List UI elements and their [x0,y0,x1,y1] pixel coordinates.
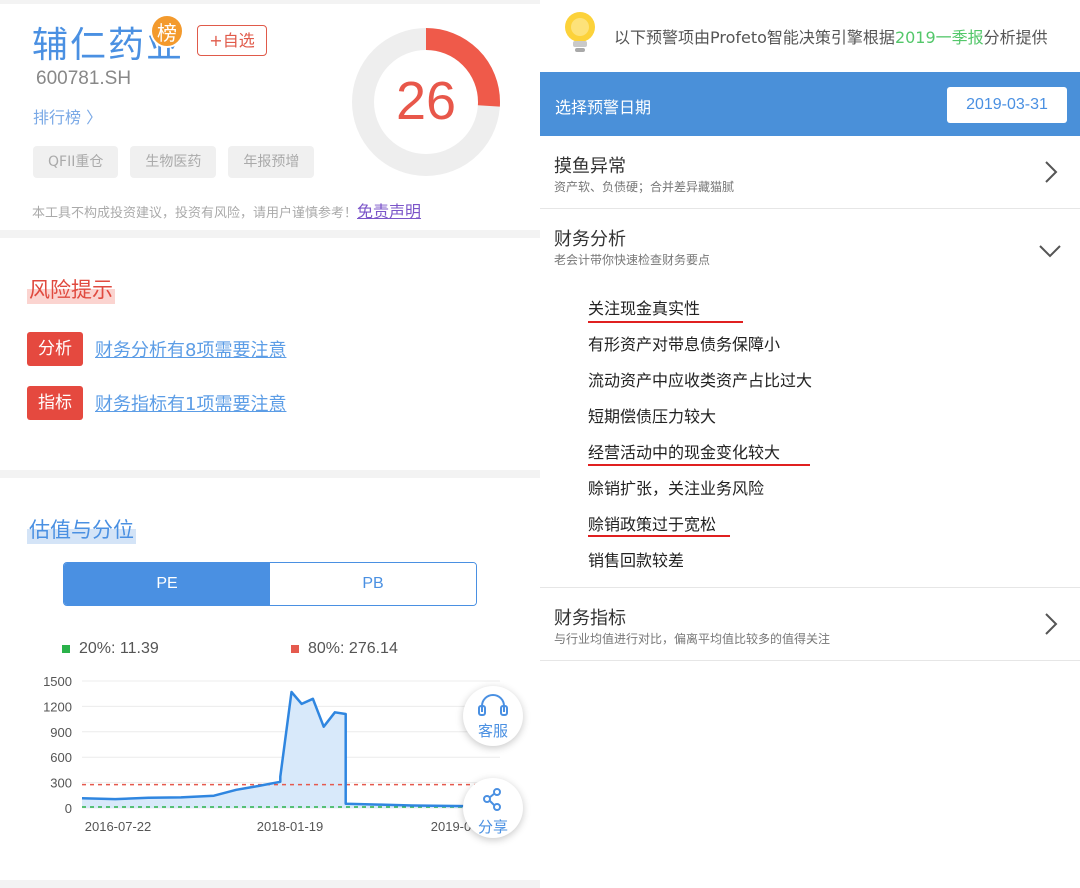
chevron-down-icon [1039,245,1061,258]
analysis-item[interactable]: 有形资产对带息债务保障小 [588,331,780,355]
risk-row-indicator[interactable]: 指标 财务指标有1项需要注意 [27,386,286,420]
stock-detail-panel: 辅仁药业 榜 +自选 600781.SH 排行榜 〉 QFII重仓 生物医药 年… [0,0,540,888]
analysis-item[interactable]: 经营活动中的现金变化较大 [588,439,780,463]
rank-badge-icon: 榜 [150,14,184,48]
section-title: 摸鱼异常 [554,156,626,177]
chevron-right-icon [1045,613,1058,635]
analysis-item[interactable]: 赊销扩张，关注业务风险 [588,475,764,499]
valuation-card: 估值与分位 PE PB 20%: 11.39 80%: 276.14 1500 1… [0,478,540,880]
date-select-bar: 选择预警日期 2019-03-31 [540,72,1080,136]
highlight-underline [588,321,743,323]
y-tick-label: 600 [50,750,72,765]
y-tick-label: 300 [50,776,72,791]
tag-annual-forecast[interactable]: 年报预增 [228,146,315,178]
y-tick-label: 0 [65,801,72,816]
disclaimer-link[interactable]: 免责声明 [357,202,421,221]
risk-tag: 指标 [27,386,83,420]
pe-chart[interactable]: 1500120090060030002016-07-22 2018-01-19 20… [0,668,540,838]
add-watchlist-button[interactable]: +自选 [197,25,267,56]
legend-label: 80%: 276.14 [308,640,398,657]
headset-icon [478,694,508,716]
share-button[interactable]: 分享 [463,778,523,838]
warning-panel: 以下预警项由Profeto智能决策引擎根据2019一季报分析提供 选择预警日期 … [540,0,1080,888]
section-fishing-anomaly[interactable]: 摸鱼异常 资产软、负债硬；合并差异藏猫腻 [540,136,1080,209]
section-title: 财务指标 [554,608,626,629]
tag-biomed[interactable]: 生物医药 [130,146,217,178]
analysis-item[interactable]: 流动资产中应收类资产占比过大 [588,367,812,391]
share-label: 分享 [477,818,508,836]
risk-tag: 分析 [27,332,83,366]
legend-label: 20%: 11.39 [79,640,159,657]
pe-area-fill [82,692,500,808]
date-select-label: 选择预警日期 [555,98,652,117]
notice-suffix: 分析提供 [983,28,1048,47]
y-tick-label: 900 [50,725,72,740]
highlight-underline [588,535,730,537]
tab-pb[interactable]: PB [270,563,476,605]
risk-link[interactable]: 财务指标有1项需要注意 [95,390,286,416]
section-subtitle: 与行业均值进行对比，偏离平均值比较多的值得关注 [554,632,831,646]
tab-pe[interactable]: PE [64,563,270,605]
section-financial-analysis[interactable]: 财务分析 老会计带你快速检查财务要点 关注现金真实性 有形资产对带息债务保障小 … [540,209,1080,588]
customer-service-label: 客服 [477,722,508,740]
analysis-item[interactable]: 关注现金真实性 [588,295,700,319]
score-value: 26 [395,71,457,131]
analysis-item[interactable]: 销售回款较差 [588,547,684,571]
ranking-link[interactable]: 排行榜 〉 [33,104,102,128]
highlight-underline [588,464,810,466]
pe-pb-switch: PE PB [63,562,477,606]
chevron-right-icon [1045,161,1058,183]
tag-qfii[interactable]: QFII重仓 [33,146,119,178]
legend-red-square-icon [291,645,299,653]
legend-80pct: 80%: 276.14 [291,640,398,658]
risk-card: 风险提示 分析 财务分析有8项需要注意 指标 财务指标有1项需要注意 [0,238,540,470]
stock-tags: QFII重仓 生物医药 年报预增 [33,146,315,178]
legend-20pct: 20%: 11.39 [62,640,159,658]
x-tick-label: 2018-01-19 [257,819,324,834]
section-subtitle: 资产软、负债硬；合并差异藏猫腻 [554,180,735,194]
risk-row-analysis[interactable]: 分析 财务分析有8项需要注意 [27,332,286,366]
notice-period: 2019一季报 [894,28,984,47]
risk-section-title: 风险提示 [27,274,115,304]
notice-bar: 以下预警项由Profeto智能决策引擎根据2019一季报分析提供 [540,0,1080,72]
legend-green-square-icon [62,645,70,653]
disclaimer: 本工具不构成投资建议，投资有风险，请用户谨慎参考！免责声明 [32,198,421,222]
stock-header-card: 辅仁药业 榜 +自选 600781.SH 排行榜 〉 QFII重仓 生物医药 年… [0,4,540,230]
analysis-item[interactable]: 短期偿债压力较大 [588,403,716,427]
analysis-item[interactable]: 赊销政策过于宽松 [588,511,716,535]
lightbulb-icon [565,12,595,52]
notice-prefix: 以下预警项由Profeto智能决策引擎根据 [614,28,895,47]
customer-service-button[interactable]: 客服 [463,686,523,746]
y-tick-label: 1500 [43,674,72,689]
risk-link[interactable]: 财务分析有8项需要注意 [95,336,286,362]
notice-text: 以下预警项由Profeto智能决策引擎根据2019一季报分析提供 [614,24,1048,48]
section-subtitle: 老会计带你快速检查财务要点 [554,253,711,267]
disclaimer-text: 本工具不构成投资建议，投资有风险，请用户谨慎参考！ [32,206,358,221]
x-tick-label: 2016-07-22 [85,819,152,834]
date-picker[interactable]: 2019-03-31 [947,87,1067,123]
share-icon [483,788,501,811]
y-tick-label: 1200 [43,699,72,714]
valuation-section-title: 估值与分位 [27,514,136,544]
stock-code: 600781.SH [36,68,132,89]
section-title: 财务分析 [554,229,626,250]
section-financial-indicators[interactable]: 财务指标 与行业均值进行对比，偏离平均值比较多的值得关注 [540,588,1080,661]
